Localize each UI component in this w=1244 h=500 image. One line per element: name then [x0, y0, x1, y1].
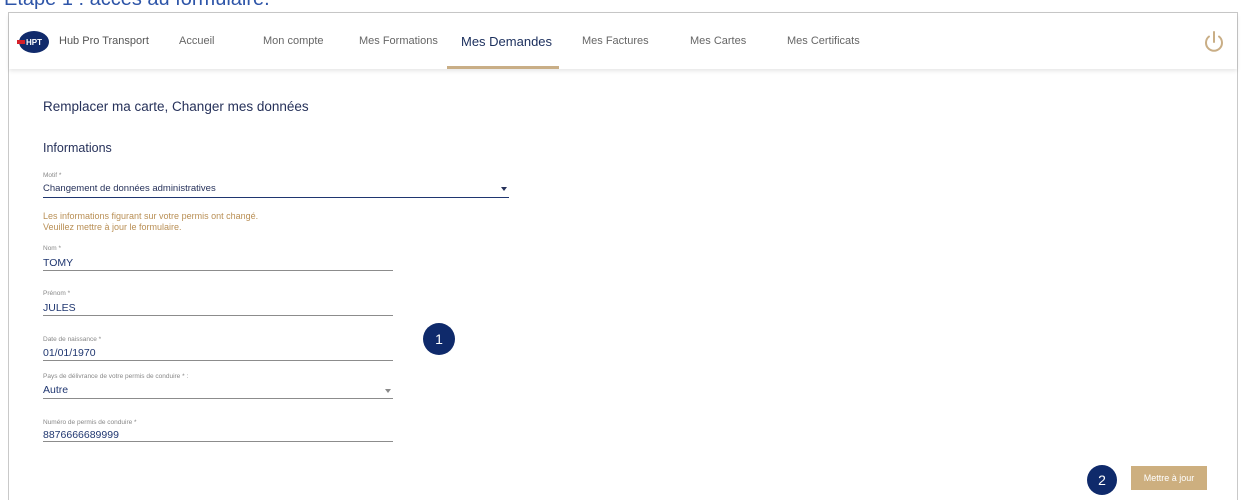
step-badge-1: 1	[423, 323, 455, 355]
nav-mes-factures[interactable]: Mes Factures	[582, 35, 649, 47]
chevron-down-icon[interactable]	[501, 187, 507, 191]
country-select-value[interactable]: Autre	[43, 384, 68, 396]
motif-select-value[interactable]: Changement de données administratives	[43, 183, 216, 194]
prenom-field[interactable]: JULES	[43, 302, 76, 314]
page-title: Remplacer ma carte, Changer mes données	[43, 99, 309, 114]
nom-field[interactable]: TOMY	[43, 257, 73, 269]
birthdate-underline	[43, 360, 393, 361]
nav-mes-formations[interactable]: Mes Formations	[359, 35, 438, 47]
motif-label: Motif *	[43, 172, 62, 179]
motif-select-underline	[43, 197, 509, 198]
warning-message: Les informations figurant sur votre perm…	[43, 211, 258, 233]
app-window: HPT Hub Pro Transport Accueil Mon compte…	[8, 12, 1238, 500]
nom-underline	[43, 270, 393, 271]
license-number-underline	[43, 441, 393, 442]
brand-name[interactable]: Hub Pro Transport	[59, 35, 149, 47]
nav-mes-demandes[interactable]: Mes Demandes	[461, 34, 552, 49]
license-number-field[interactable]: 8876666689999	[43, 429, 119, 441]
nav-mon-compte[interactable]: Mon compte	[263, 35, 324, 47]
license-number-label: Numéro de permis de conduire *	[43, 419, 137, 426]
warning-line-2: Veuillez mettre à jour le formulaire.	[43, 222, 182, 232]
top-navigation: HPT Hub Pro Transport Accueil Mon compte…	[9, 13, 1237, 69]
hpt-logo[interactable]: HPT	[17, 31, 49, 53]
nav-mes-certificats[interactable]: Mes Certificats	[787, 35, 860, 47]
update-button[interactable]: Mettre à jour	[1131, 466, 1207, 490]
chevron-down-icon[interactable]	[385, 389, 391, 393]
prenom-underline	[43, 315, 393, 316]
prenom-label: Prénom *	[43, 290, 71, 297]
country-label: Pays de délivrance de votre permis de co…	[43, 373, 189, 380]
nom-label: Nom *	[43, 245, 62, 252]
country-underline	[43, 398, 393, 399]
birthdate-label: Date de naissance *	[43, 336, 102, 343]
birthdate-field[interactable]: 01/01/1970	[43, 347, 96, 359]
section-informations: Informations	[43, 141, 112, 155]
nav-accueil[interactable]: Accueil	[179, 35, 214, 47]
warning-line-1: Les informations figurant sur votre perm…	[43, 211, 259, 221]
step-badge-2: 2	[1087, 465, 1117, 495]
nav-mes-cartes[interactable]: Mes Cartes	[690, 35, 746, 47]
active-tab-indicator	[447, 66, 559, 69]
step-caption: Etape 1 : accès au formulaire.	[4, 0, 270, 11]
power-icon[interactable]	[1201, 29, 1227, 55]
